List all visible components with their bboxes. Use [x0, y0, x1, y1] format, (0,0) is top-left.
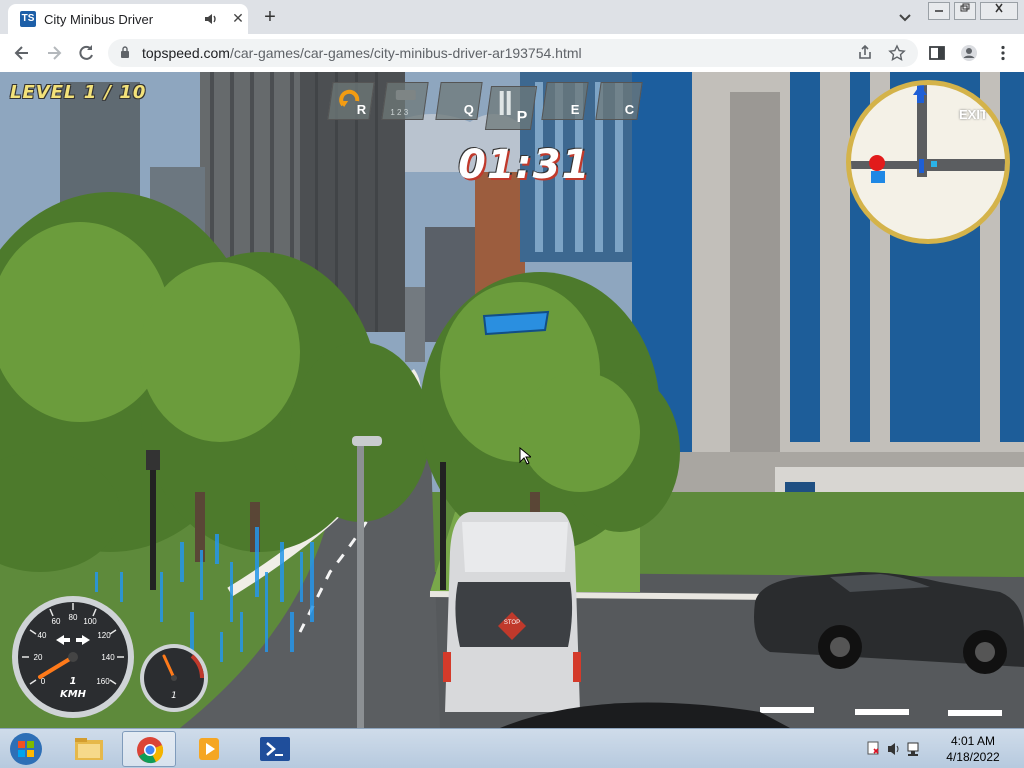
reload-icon[interactable]	[76, 43, 96, 63]
right-signal-button[interactable]: E	[541, 82, 589, 120]
back-arrow-icon[interactable]	[12, 43, 32, 63]
browser-tab[interactable]: TS City Minibus Driver ✕	[8, 4, 248, 34]
camera-view-button[interactable]: 1 2 3	[381, 82, 429, 120]
minimize-button[interactable]	[928, 2, 950, 20]
skyscraper	[405, 287, 425, 362]
taskbar-powershell[interactable]	[248, 731, 302, 767]
taskbar-media-player[interactable]	[182, 731, 236, 767]
exit-label: EXIT	[959, 107, 988, 122]
tab-title: City Minibus Driver	[44, 12, 154, 27]
speed-tick-label: 80	[69, 613, 78, 622]
profile-avatar-icon[interactable]	[960, 44, 978, 62]
forward-arrow-icon[interactable]	[44, 43, 64, 63]
reset-button[interactable]: R	[327, 82, 375, 120]
park-button[interactable]: P	[484, 86, 538, 130]
level-indicator: LEVEL 1 / 10	[10, 82, 147, 103]
speed-tick-label: 100	[83, 617, 97, 626]
speed-tick-label: 160	[96, 677, 110, 686]
stop-sign-label: STOP	[503, 620, 521, 626]
speed-tick-label: 60	[52, 617, 61, 626]
game-canvas[interactable]: LEVEL 1 / 10 R 1 2 3 Q P E C 01:31 EXIT …	[0, 72, 1024, 728]
bookmark-star-icon[interactable]	[888, 44, 906, 62]
checkpoint-marker	[482, 310, 550, 336]
tab-close-button[interactable]: ✕	[230, 10, 246, 26]
lock-icon[interactable]	[120, 46, 130, 58]
side-panel-icon[interactable]	[928, 44, 946, 62]
url-text: topspeed.com/car-games/car-games/city-mi…	[142, 45, 582, 61]
countdown-timer: 01:31	[458, 142, 591, 188]
browser-tab-strip: TS City Minibus Driver ✕ +	[0, 0, 1024, 34]
media-player-icon	[199, 738, 219, 760]
camera-key-label: 1 2 3	[390, 108, 409, 117]
player-position-marker	[869, 155, 885, 171]
left-signal-button[interactable]: Q	[435, 82, 483, 120]
share-icon[interactable]	[856, 44, 874, 62]
right-signal-key-label: E	[571, 102, 580, 117]
speed-tick-label: 120	[97, 631, 111, 640]
action-center-flag-icon[interactable]	[867, 741, 879, 755]
site-favicon-icon: TS	[20, 11, 36, 27]
taskbar-file-explorer[interactable]	[62, 731, 116, 767]
new-tab-button[interactable]: +	[258, 6, 282, 28]
minimap: EXIT	[846, 80, 1010, 244]
speed-value: 1	[70, 676, 77, 687]
street-lamp	[357, 442, 364, 728]
speed-unit: KMH	[60, 689, 87, 700]
taskbar-chrome[interactable]	[122, 731, 176, 767]
start-button-icon[interactable]	[4, 731, 48, 767]
powershell-icon	[260, 737, 290, 761]
speed-tick-label: 140	[101, 653, 115, 662]
close-window-button[interactable]	[980, 2, 1018, 20]
left-signal-key-label: Q	[463, 102, 474, 117]
url-host: topspeed.com	[142, 45, 230, 61]
park-key-label: P	[516, 109, 528, 126]
url-path: /car-games/car-games/city-minibus-driver…	[229, 45, 582, 61]
clock-date: 4/18/2022	[946, 750, 1000, 764]
camera-icon	[395, 90, 416, 100]
network-icon[interactable]	[907, 742, 919, 756]
close-icon	[995, 3, 1003, 13]
restore-icon	[960, 3, 970, 12]
audio-playing-icon[interactable]	[204, 12, 218, 26]
camera-switch-key-label: C	[624, 102, 634, 117]
taskbar-clock[interactable]: 4:01 AM 4/18/2022	[930, 733, 1016, 765]
tachometer: 1	[140, 644, 208, 712]
park-icon	[499, 91, 511, 115]
speed-tick-label: 40	[38, 631, 47, 640]
mouse-cursor-icon	[519, 447, 531, 465]
speedometer: 0 20 40 60 80 100 120 140 160 1 KMH	[12, 596, 134, 718]
system-tray	[866, 739, 926, 759]
chrome-icon	[137, 737, 164, 764]
more-menu-icon[interactable]	[994, 44, 1012, 62]
speed-tick-label: 20	[34, 653, 43, 662]
rpm-value: 1	[171, 691, 177, 701]
volume-icon[interactable]	[888, 743, 899, 755]
tab-search-chevron-icon[interactable]	[896, 8, 914, 26]
browser-toolbar: topspeed.com/car-games/car-games/city-mi…	[0, 34, 1024, 73]
clock-time: 4:01 AM	[950, 734, 996, 748]
camera-switch-button[interactable]: C	[595, 82, 643, 120]
minimize-icon	[935, 10, 943, 12]
address-bar[interactable]: topspeed.com/car-games/car-games/city-mi…	[108, 39, 918, 67]
windows-taskbar: 4:01 AM 4/18/2022	[0, 728, 1024, 768]
restore-button[interactable]	[954, 2, 976, 20]
tray-icons	[867, 741, 919, 756]
file-explorer-icon	[75, 738, 103, 760]
reset-key-label: R	[356, 102, 366, 117]
